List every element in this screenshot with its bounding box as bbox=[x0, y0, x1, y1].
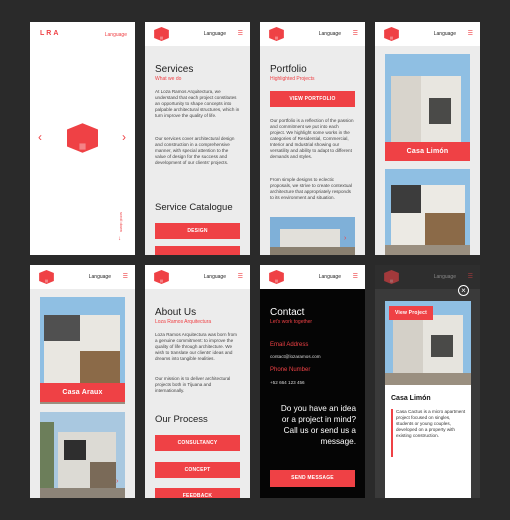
menu-icon[interactable]: ☰ bbox=[353, 274, 358, 280]
contact-cta: Do you have an idea or a project in mind… bbox=[280, 404, 356, 446]
page-subtitle: Loza Ramos Arquitectura bbox=[155, 319, 212, 325]
page-title: Contact bbox=[270, 307, 305, 318]
project-modal: View Project Casa Limón Casa Cactus is a… bbox=[385, 301, 471, 498]
logo-cube-icon[interactable] bbox=[269, 270, 284, 284]
language-link[interactable]: Language bbox=[89, 274, 111, 280]
design-button[interactable]: DESIGN bbox=[155, 223, 240, 239]
close-icon[interactable]: × bbox=[458, 285, 469, 296]
logo-cube-icon[interactable] bbox=[154, 270, 169, 284]
about-paragraph-1: Loza Ramos Arquitectura was born from a … bbox=[155, 332, 237, 361]
project-label[interactable]: Casa Araux bbox=[40, 383, 125, 402]
screen-about: Language ☰ About Us Loza Ramos Arquitect… bbox=[145, 265, 250, 498]
brand-logo: LRA bbox=[40, 30, 61, 37]
logo-cube-icon[interactable] bbox=[269, 27, 284, 41]
menu-icon[interactable]: ☰ bbox=[353, 31, 358, 37]
feedback-button[interactable]: FEEDBACK bbox=[155, 488, 240, 498]
services-paragraph-1: At Loza Ramos Arquitectura, we understan… bbox=[155, 89, 240, 118]
screen-portfolio: Language ☰ Portfolio Highlighted Project… bbox=[260, 22, 365, 255]
menu-icon[interactable]: ☰ bbox=[468, 31, 473, 37]
logo-cube-icon[interactable] bbox=[384, 270, 399, 284]
concept-button[interactable]: CONCEPT bbox=[155, 462, 240, 478]
page-subtitle: Let's work together bbox=[270, 319, 313, 325]
next-arrow-icon[interactable]: › bbox=[116, 478, 118, 485]
next-arrow-icon[interactable]: › bbox=[344, 235, 346, 242]
header: Language ☰ bbox=[145, 22, 250, 46]
page-title: Services bbox=[155, 64, 194, 75]
logo-cube-icon[interactable] bbox=[384, 27, 399, 41]
project-description: Casa Cactus is a micro apartment project… bbox=[396, 409, 466, 438]
project-label[interactable]: Casa Limón bbox=[385, 142, 470, 161]
scroll-hint: scroll down bbox=[119, 212, 124, 233]
section-title: Our Process bbox=[155, 414, 208, 425]
consultancy-button[interactable]: CONSULTANCY bbox=[155, 435, 240, 451]
about-paragraph-2: Our mission is to deliver architectural … bbox=[155, 376, 231, 393]
email-link[interactable]: contact@lozaramos.com bbox=[270, 354, 321, 359]
header: Language ☰ bbox=[260, 22, 365, 46]
menu-icon[interactable]: ☰ bbox=[238, 274, 243, 280]
accent-bar bbox=[391, 409, 393, 457]
language-link[interactable]: Language bbox=[105, 32, 127, 38]
menu-icon[interactable]: ☰ bbox=[468, 274, 473, 280]
language-link[interactable]: Language bbox=[319, 274, 341, 280]
language-link[interactable]: Language bbox=[204, 31, 226, 37]
header: Language ☰ bbox=[375, 22, 480, 46]
screen-contact: Language ☰ Contact Let's work together E… bbox=[260, 265, 365, 498]
page-subtitle: Highlighted Projects bbox=[270, 76, 315, 82]
email-label: Email Address bbox=[270, 342, 309, 348]
project-title: Casa Limón bbox=[391, 395, 431, 402]
header: Language ☰ bbox=[260, 265, 365, 289]
section-title: Service Catalogue bbox=[155, 202, 233, 213]
phone-link[interactable]: +52 664 123 456 bbox=[270, 380, 305, 385]
logo-cube-icon[interactable] bbox=[39, 270, 54, 284]
logo-cube-icon[interactable] bbox=[154, 27, 169, 41]
header: Language ☰ bbox=[30, 265, 135, 289]
portfolio-paragraph-2: From simple designs to eclectic proposal… bbox=[270, 177, 352, 200]
portfolio-paragraph-1: Our portfolio is a reflection of the pas… bbox=[270, 118, 354, 159]
view-portfolio-button[interactable]: VIEW PORTFOLIO bbox=[270, 91, 355, 107]
next-arrow-icon[interactable]: › bbox=[122, 130, 126, 144]
language-link[interactable]: Language bbox=[204, 274, 226, 280]
screen-projects: Language ☰ Casa Limón bbox=[375, 22, 480, 255]
page-title: About Us bbox=[155, 307, 197, 318]
screen-projects-2: Language ☰ Casa Araux › bbox=[30, 265, 135, 498]
services-paragraph-2: Our services cover architectural design … bbox=[155, 136, 235, 165]
header: Language ☰ bbox=[145, 265, 250, 289]
logo-cube-icon bbox=[67, 123, 98, 153]
language-link[interactable]: Language bbox=[319, 31, 341, 37]
language-link[interactable]: Language bbox=[434, 31, 456, 37]
page-subtitle: What we do bbox=[155, 76, 182, 82]
project-photo[interactable] bbox=[40, 412, 125, 498]
arrow-down-icon[interactable]: ↓ bbox=[118, 236, 121, 242]
screen-services: Language ☰ Services What we do At Loza R… bbox=[145, 22, 250, 255]
view-project-button[interactable]: View Project bbox=[389, 306, 433, 320]
page-title: Portfolio bbox=[270, 64, 307, 75]
next-service-button[interactable] bbox=[155, 246, 240, 255]
send-message-button[interactable]: SEND MESSAGE bbox=[270, 470, 355, 487]
phone-label: Phone Number bbox=[270, 367, 311, 373]
project-photo[interactable] bbox=[270, 217, 355, 255]
screen-project-modal: Language ☰ × View Project Casa Limón Cas… bbox=[375, 265, 480, 498]
language-link[interactable]: Language bbox=[434, 274, 456, 280]
project-photo[interactable] bbox=[385, 169, 470, 255]
prev-arrow-icon[interactable]: ‹ bbox=[38, 130, 42, 144]
screen-home: LRA Language ‹ › scroll down ↓ bbox=[30, 22, 135, 255]
menu-icon[interactable]: ☰ bbox=[123, 274, 128, 280]
menu-icon[interactable]: ☰ bbox=[238, 31, 243, 37]
